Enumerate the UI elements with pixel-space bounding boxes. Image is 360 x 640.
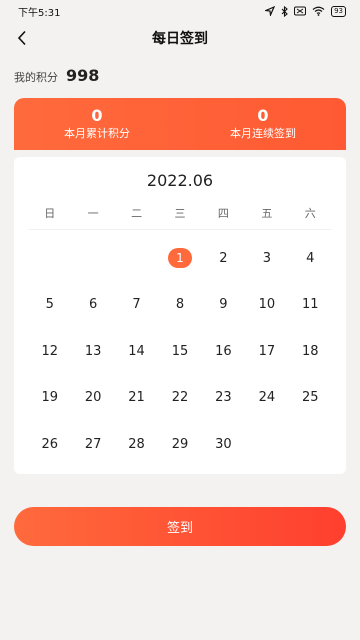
calendar-day-number: 28: [128, 436, 145, 452]
calendar-day[interactable]: 27: [71, 421, 114, 468]
divider: [28, 229, 332, 230]
calendar-day-number: 21: [128, 390, 145, 406]
weekday-label: 一: [87, 207, 99, 220]
back-button[interactable]: [10, 26, 34, 50]
calendar-day-number: 4: [306, 250, 315, 266]
calendar-day[interactable]: 17: [245, 328, 288, 375]
calendar-day-number: 2: [219, 250, 228, 266]
sign-in-button[interactable]: 签到: [14, 507, 346, 546]
calendar-day[interactable]: 11: [289, 282, 332, 329]
calendar-day-number: 22: [171, 390, 189, 406]
calendar-day-number: 25: [302, 390, 319, 406]
calendar-day[interactable]: 23: [202, 375, 245, 422]
calendar-day-today[interactable]: 1: [158, 235, 201, 282]
calendar-day-number: 29: [171, 436, 189, 452]
calendar-empty-cell: [71, 235, 114, 282]
calendar-day-number: 12: [41, 343, 58, 359]
calendar-day[interactable]: 13: [71, 328, 114, 375]
calendar-day-number: 19: [41, 390, 58, 406]
calendar-day[interactable]: 29: [158, 421, 201, 468]
calendar-day-number: 17: [258, 343, 276, 359]
calendar-day[interactable]: 25: [289, 375, 332, 422]
calendar-day-number: 13: [84, 343, 102, 359]
calendar-day[interactable]: 24: [245, 375, 288, 422]
calendar-day[interactable]: 7: [115, 282, 158, 329]
stat-label: 本月连续签到: [230, 127, 296, 140]
calendar-day[interactable]: 5: [28, 282, 71, 329]
calendar-month: 2022.06: [146, 171, 214, 190]
weekday-header: 日一二三四五六: [28, 205, 332, 221]
chevron-left-icon: [17, 30, 26, 46]
calendar-day[interactable]: 18: [289, 328, 332, 375]
calendar-day[interactable]: 6: [71, 282, 114, 329]
calendar-day-number: 23: [215, 390, 232, 406]
calendar-day-number: 18: [302, 343, 319, 359]
calendar-day[interactable]: 26: [28, 421, 71, 468]
page-title: 每日签到: [152, 31, 208, 47]
status-bar: 下午5:31 93: [0, 0, 360, 22]
weekday-label: 五: [261, 207, 273, 220]
calendar-day-number: 1: [167, 248, 192, 269]
calendar-day-number: 20: [84, 390, 102, 406]
stat-consecutive-days: 0 本月连续签到: [180, 98, 346, 150]
stat-monthly-points: 0 本月累计积分: [14, 98, 180, 150]
header: 每日签到: [0, 24, 360, 52]
calendar-day[interactable]: 22: [158, 375, 201, 422]
stat-value: 0: [257, 106, 269, 125]
stat-value: 0: [91, 106, 103, 125]
calendar-day[interactable]: 4: [289, 235, 332, 282]
calendar-empty-cell: [28, 235, 71, 282]
calendar-day[interactable]: 14: [115, 328, 158, 375]
calendar-empty-cell: [115, 235, 158, 282]
mute-icon: [294, 6, 307, 16]
calendar-day[interactable]: 21: [115, 375, 158, 422]
weekday-label: 四: [217, 207, 229, 220]
calendar-day-number: 3: [262, 250, 271, 266]
location-arrow-icon: [265, 6, 276, 16]
calendar-day-number: 11: [302, 297, 319, 313]
calendar-day-number: 16: [215, 343, 232, 359]
my-points: 我的积分 998: [14, 66, 99, 86]
bluetooth-icon: [281, 5, 288, 17]
calendar-day[interactable]: 19: [28, 375, 71, 422]
calendar-day[interactable]: 30: [202, 421, 245, 468]
calendar-day-number: 7: [132, 297, 141, 313]
calendar-day-number: 27: [84, 436, 102, 452]
wifi-icon: [312, 6, 325, 16]
calendar-day-number: 26: [41, 436, 58, 452]
points-value: 998: [66, 66, 100, 85]
calendar-day[interactable]: 2: [202, 235, 245, 282]
calendar-day-number: 8: [175, 297, 185, 313]
calendar-day[interactable]: 12: [28, 328, 71, 375]
calendar-day[interactable]: 16: [202, 328, 245, 375]
calendar-day[interactable]: 3: [245, 235, 288, 282]
calendar-day-number: 14: [128, 343, 145, 359]
weekday-label: 三: [174, 207, 186, 220]
calendar: 2022.06 日一二三四五六 1 2 3 4 5 6 7 8 9 10 11 12 13 14 15 16 1…: [14, 157, 346, 474]
calendar-day-number: 10: [258, 297, 276, 313]
stat-label: 本月累计积分: [64, 127, 130, 140]
calendar-day-number: 5: [45, 297, 54, 313]
calendar-day-number: 6: [88, 297, 98, 313]
calendar-day-number: 30: [215, 436, 232, 452]
calendar-day-number: 24: [258, 390, 276, 406]
battery-icon: 93: [331, 5, 346, 17]
calendar-day[interactable]: 8: [158, 282, 201, 329]
calendar-days: 1 2 3 4 5 6 7 8 9 10 11 12 13 14 15 16 17 18 19 20 21 22 23 24 2…: [28, 235, 332, 468]
calendar-day[interactable]: 9: [202, 282, 245, 329]
stats-card: 0 本月累计积分 0 本月连续签到: [14, 98, 346, 150]
weekday-label: 六: [304, 207, 316, 220]
calendar-day[interactable]: 10: [245, 282, 288, 329]
weekday-label: 二: [131, 207, 143, 220]
status-time: 下午5:31: [18, 7, 61, 19]
calendar-day[interactable]: 15: [158, 328, 201, 375]
points-label: 我的积分: [14, 71, 58, 84]
status-icons: 93: [265, 5, 346, 17]
calendar-day-number: 15: [171, 343, 189, 359]
calendar-day[interactable]: 28: [115, 421, 158, 468]
calendar-day[interactable]: 20: [71, 375, 114, 422]
weekday-label: 日: [44, 207, 56, 220]
calendar-day-number: 9: [219, 297, 228, 313]
